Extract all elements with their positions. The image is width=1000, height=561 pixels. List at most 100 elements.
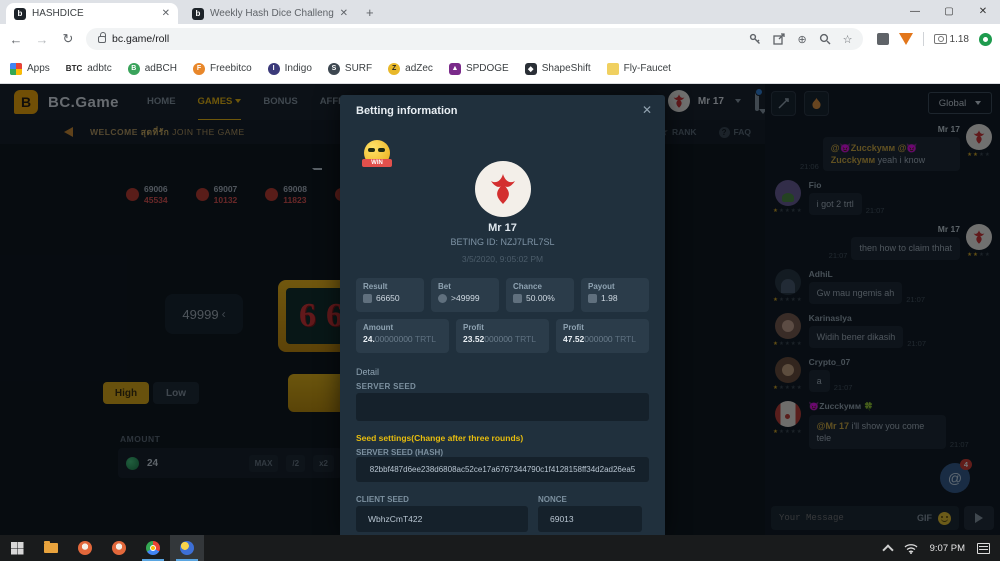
- bcgame-favicon: b: [14, 8, 26, 20]
- action-center-icon[interactable]: [977, 543, 990, 554]
- stat-bet: Bet >49999: [431, 278, 499, 312]
- bookmark-surf[interactable]: SSURF: [328, 63, 372, 75]
- client-seed-field[interactable]: WbhzCmT422: [356, 506, 528, 532]
- adzec-icon: Z: [388, 63, 400, 75]
- back-icon[interactable]: ←: [8, 32, 24, 47]
- bookmarks-bar: Apps BTCadbtc BadBCH FFreebitco IIndigo …: [0, 54, 1000, 84]
- url-input[interactable]: bc.game/roll ⊕ ☆: [86, 28, 863, 50]
- password-key-icon[interactable]: [749, 33, 761, 45]
- modal-title: Betting information: [356, 105, 457, 117]
- phoenix-icon: [483, 169, 523, 209]
- orange-app-icon: [112, 541, 126, 555]
- betting-info-modal: Betting information ✕ WIN Mr 17 BETING I…: [340, 95, 665, 535]
- start-button[interactable]: [0, 535, 34, 561]
- tab-close-icon[interactable]: ✕: [340, 8, 348, 19]
- bcgame-favicon: b: [192, 8, 204, 20]
- clock[interactable]: 9:07 PM: [930, 543, 965, 554]
- metamask-icon[interactable]: [899, 33, 913, 45]
- nonce-label: NONCE: [538, 495, 567, 504]
- screen: b HASHDICE ✕ b Weekly Hash Dice Challeng…: [0, 0, 1000, 561]
- extension-cube-icon[interactable]: [877, 33, 889, 45]
- bookmark-shapeshift[interactable]: ◆ShapeShift: [525, 63, 591, 75]
- tab-hashdice[interactable]: b HASHDICE ✕: [6, 3, 178, 24]
- file-explorer-button[interactable]: [34, 535, 68, 561]
- stat-profit-total: Profit 47.52000000 TRTL: [556, 319, 649, 353]
- search-icon[interactable]: [819, 33, 831, 45]
- bookmark-flyfaucet[interactable]: Fly-Faucet: [607, 63, 671, 75]
- pinned-app-button[interactable]: [68, 535, 102, 561]
- reload-icon[interactable]: ↻: [60, 31, 76, 47]
- stat-chance: Chance 50.00%: [506, 278, 574, 312]
- freebitco-icon: F: [193, 63, 205, 75]
- chrome-icon: [146, 541, 160, 555]
- surf-icon: S: [328, 63, 340, 75]
- chips-icon: [588, 294, 597, 303]
- wifi-icon[interactable]: [904, 543, 918, 554]
- forward-icon[interactable]: →: [34, 32, 50, 47]
- dice-icon: [363, 294, 372, 303]
- tab-title: HASHDICE: [32, 8, 156, 19]
- share-icon[interactable]: [773, 33, 785, 45]
- adbch-icon: B: [128, 63, 140, 75]
- bookmark-adbch[interactable]: BadBCH: [128, 63, 177, 75]
- lock-icon: [98, 36, 106, 43]
- bookmark-adzec[interactable]: ZadZec: [388, 63, 433, 75]
- stat-payout: Payout 1.98: [581, 278, 649, 312]
- win-badge: WIN: [362, 140, 392, 170]
- seed-settings-label: Seed settings(Change after three rounds): [356, 433, 523, 443]
- bookmark-adbtc[interactable]: BTCadbtc: [66, 63, 112, 74]
- detail-label: Detail: [356, 367, 379, 377]
- chrome-taskbar-button[interactable]: [136, 535, 170, 561]
- active-app-button[interactable]: [170, 535, 204, 561]
- window-maximize-button[interactable]: ▢: [932, 0, 966, 22]
- close-icon[interactable]: ✕: [642, 103, 652, 117]
- window-close-button[interactable]: ✕: [966, 0, 1000, 22]
- bet-timestamp: 3/5/2020, 9:05:02 PM: [340, 254, 665, 264]
- apps-grid-icon: [10, 63, 22, 75]
- shapeshift-fox-icon: ◆: [525, 63, 537, 75]
- browser-chrome: b HASHDICE ✕ b Weekly Hash Dice Challeng…: [0, 0, 1000, 84]
- stat-amount: Amount 24.00000000 TRTL: [356, 319, 449, 353]
- bookmark-star-icon[interactable]: ☆: [843, 33, 853, 46]
- tab-close-icon[interactable]: ✕: [162, 8, 170, 19]
- address-bar: ← → ↻ bc.game/roll ⊕ ☆: [0, 24, 1000, 54]
- spdoge-icon: ▲: [449, 63, 461, 75]
- server-seed-hash-label: SERVER SEED (HASH): [356, 448, 443, 457]
- green-extension-icon[interactable]: [979, 33, 992, 46]
- client-seed-label: CLIENT SEED: [356, 495, 409, 504]
- url-text: bc.game/roll: [112, 33, 743, 45]
- price-extension[interactable]: 1.18: [934, 34, 969, 45]
- camera-icon: [934, 34, 947, 44]
- tab-weekly-challenge[interactable]: b Weekly Hash Dice Challenge - Se ✕: [184, 3, 356, 24]
- pinned-app-button[interactable]: [102, 535, 136, 561]
- player-avatar[interactable]: [475, 161, 531, 217]
- new-tab-button[interactable]: +: [366, 5, 374, 20]
- zoom-plus-icon[interactable]: ⊕: [797, 33, 806, 46]
- server-seed-field[interactable]: [356, 393, 649, 421]
- windows-logo-icon: [11, 542, 23, 554]
- betting-id: BETING ID: NZJ7LRL7SL: [340, 237, 665, 247]
- tab-title: Weekly Hash Dice Challenge - Se: [210, 8, 334, 19]
- stat-result: Result 66650: [356, 278, 424, 312]
- folder-icon: [44, 543, 58, 553]
- win-ribbon: WIN: [362, 159, 392, 167]
- bcgame-page: B BC.Game HOME GAMES BONUS AFFILIATE FOR…: [0, 84, 1000, 535]
- window-minimize-button[interactable]: —: [898, 0, 932, 22]
- tray-expand-icon[interactable]: [882, 544, 893, 555]
- bookmark-spdoge[interactable]: ▲SPDOGE: [449, 63, 509, 75]
- price-badge: 1.18: [950, 34, 969, 45]
- server-seed-hash-field[interactable]: 82bbf487d6ee238d6808ac52ce17a6767344790c…: [356, 457, 649, 482]
- indigo-icon: I: [268, 63, 280, 75]
- bookmark-apps[interactable]: Apps: [10, 63, 50, 75]
- bookmark-indigo[interactable]: IIndigo: [268, 63, 312, 75]
- divider: [923, 32, 924, 46]
- coin-icon: [438, 294, 447, 303]
- bookmark-freebitco[interactable]: FFreebitco: [193, 63, 252, 75]
- flyfaucet-icon: [607, 63, 619, 75]
- player-name: Mr 17: [340, 222, 665, 234]
- blue-app-icon: [180, 541, 194, 555]
- btc-text-icon: BTC: [66, 64, 82, 73]
- nonce-field[interactable]: 69013: [538, 506, 642, 532]
- stat-profit: Profit 23.52000000 TRTL: [456, 319, 549, 353]
- orange-app-icon: [78, 541, 92, 555]
